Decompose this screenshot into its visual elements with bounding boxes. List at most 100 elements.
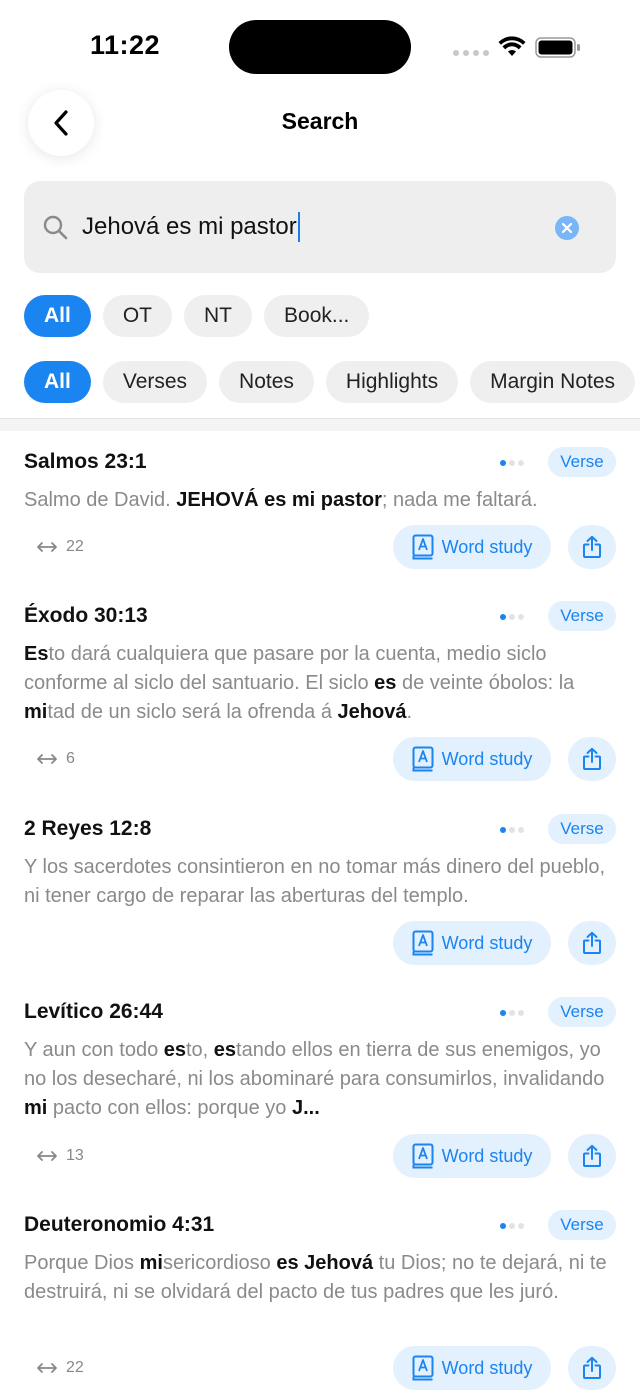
result-type-badge: Verse	[548, 997, 616, 1027]
verse-text-segment: Salmo de David.	[24, 489, 177, 511]
text-cursor	[297, 212, 300, 242]
page-dots-indicator	[500, 460, 524, 466]
match-highlight: es	[163, 1039, 186, 1061]
word-study-label: Word study	[441, 1145, 533, 1166]
cross-reference-icon	[37, 754, 57, 764]
type-chip-margin-notes[interactable]: Margin Notes	[470, 361, 636, 403]
page-dots-indicator	[500, 1223, 524, 1229]
cross-reference-count[interactable]: 6	[36, 750, 75, 768]
verse-text: Porque Dios misericordioso es Jehová tu …	[24, 1249, 618, 1307]
share-icon	[583, 747, 601, 770]
match-highlight: Jehová	[337, 701, 407, 723]
type-chip-all[interactable]: All	[24, 361, 91, 403]
word-study-button[interactable]: Word study	[393, 921, 551, 965]
share-button[interactable]	[568, 921, 616, 965]
verse-reference[interactable]: Salmos 23:1	[24, 450, 147, 474]
word-study-button[interactable]: Word study	[393, 1134, 551, 1178]
verse-text-segment: sericordioso	[162, 1252, 277, 1274]
filter-chip-all[interactable]: All	[24, 295, 91, 337]
cross-reference-icon	[37, 542, 57, 552]
cross-reference-count-label: 6	[66, 750, 75, 767]
verse-reference[interactable]: Deuteronomio 4:31	[24, 1213, 214, 1237]
word-study-label: Word study	[441, 748, 533, 769]
page-dots-indicator	[500, 827, 524, 833]
verse-text-segment: Y aun con todo	[24, 1039, 164, 1061]
status-bar: 11:22	[0, 0, 640, 90]
match-highlight: mi	[24, 1097, 48, 1119]
match-highlight: es	[374, 672, 397, 694]
verse-text-segment: de veinte óbolos: la	[396, 672, 575, 694]
result-type-badge: Verse	[548, 447, 616, 477]
verse-text-segment: .	[406, 701, 413, 723]
verse-reference[interactable]: 2 Reyes 12:8	[24, 817, 151, 841]
search-bar[interactable]: Jehová es mi pastor	[24, 181, 616, 273]
book-icon	[412, 746, 434, 772]
book-icon	[412, 1355, 434, 1381]
match-highlight: Es	[24, 643, 49, 665]
word-study-button[interactable]: Word study	[393, 525, 551, 569]
verse-text-segment: Y los sacerdotes consintieron en no toma…	[24, 856, 606, 907]
book-icon	[412, 534, 434, 560]
cross-reference-icon	[37, 1151, 57, 1161]
book-icon	[412, 930, 434, 956]
testament-filter-row: All OT NT Book...	[24, 295, 370, 337]
cross-reference-count-label: 13	[66, 1147, 84, 1164]
word-study-label: Word study	[441, 1357, 533, 1378]
match-highlight: es Jehová	[276, 1252, 374, 1274]
book-icon	[412, 1143, 434, 1169]
share-icon	[583, 931, 601, 954]
match-highlight: JEHOVÁ es mi pastor	[176, 489, 382, 511]
share-button[interactable]	[568, 1134, 616, 1178]
search-icon	[43, 215, 68, 240]
word-study-button[interactable]: Word study	[393, 1346, 551, 1390]
list-top-band	[0, 419, 640, 431]
clear-search-button[interactable]	[555, 216, 579, 240]
search-input[interactable]: Jehová es mi pastor	[82, 209, 300, 245]
match-highlight: mi	[139, 1252, 163, 1274]
battery-icon	[535, 37, 580, 58]
type-chip-highlights[interactable]: Highlights	[325, 361, 459, 403]
cross-reference-count[interactable]: 13	[36, 1147, 84, 1165]
cellular-signal-icon	[453, 50, 489, 56]
type-filter-row: All Verses Notes Highlights Margin Notes	[24, 361, 636, 403]
verse-text: Esto dará cualquiera que pasare por la c…	[24, 640, 618, 727]
verse-reference[interactable]: Éxodo 30:13	[24, 604, 148, 628]
share-button[interactable]	[568, 737, 616, 781]
verse-text-segment: Porque Dios	[24, 1252, 140, 1274]
search-input-value: Jehová es mi pastor	[82, 213, 297, 240]
filter-chip-ot[interactable]: OT	[102, 295, 173, 337]
result-type-badge: Verse	[548, 1210, 616, 1240]
filter-chip-nt[interactable]: NT	[184, 295, 253, 337]
page-dots-indicator	[500, 1010, 524, 1016]
match-highlight: mi	[24, 701, 48, 723]
verse-reference[interactable]: Levítico 26:44	[24, 1000, 163, 1024]
word-study-button[interactable]: Word study	[393, 737, 551, 781]
cross-reference-count[interactable]: 22	[36, 538, 84, 556]
verse-text: Y los sacerdotes consintieron en no toma…	[24, 853, 618, 911]
share-button[interactable]	[568, 525, 616, 569]
match-highlight: J...	[291, 1097, 320, 1119]
match-highlight: es	[213, 1039, 237, 1061]
filter-chip-book[interactable]: Book...	[264, 295, 370, 337]
result-type-badge: Verse	[548, 814, 616, 844]
word-study-label: Word study	[441, 932, 533, 953]
close-icon	[561, 222, 573, 234]
cross-reference-count[interactable]: 22	[36, 1359, 84, 1377]
type-chip-verses[interactable]: Verses	[102, 361, 208, 403]
verse-text: Salmo de David. JEHOVÁ es mi pastor; nad…	[24, 486, 618, 515]
cross-reference-count-label: 22	[66, 538, 84, 555]
share-icon	[583, 1356, 601, 1379]
verse-text-segment: ; nada me faltará.	[381, 489, 538, 511]
verse-text: Y aun con todo esto, estando ellos en ti…	[24, 1036, 618, 1123]
type-chip-notes[interactable]: Notes	[219, 361, 314, 403]
page-title: Search	[281, 108, 359, 134]
share-icon	[583, 1144, 601, 1167]
share-icon	[583, 535, 601, 558]
word-study-label: Word study	[441, 536, 533, 557]
verse-text-segment: to,	[186, 1039, 214, 1061]
wifi-icon	[498, 36, 526, 56]
cross-reference-icon	[37, 1363, 57, 1373]
cross-reference-count-label: 22	[66, 1359, 84, 1376]
share-button[interactable]	[568, 1346, 616, 1390]
verse-text-segment: tad de un siclo será la ofrenda á	[47, 701, 338, 723]
